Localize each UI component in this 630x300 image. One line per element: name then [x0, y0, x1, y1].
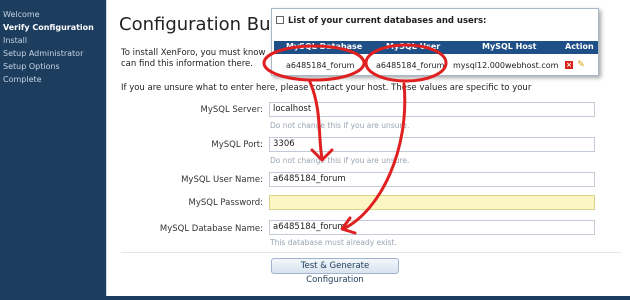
checkbox-icon[interactable]	[276, 16, 284, 24]
test-generate-configuration-button[interactable]: Test & Generate Configuration	[271, 258, 399, 285]
sidebar-nav: Welcome Verify Configuration Install Set…	[0, 0, 100, 300]
header-action: Action	[565, 42, 594, 51]
row-database-name: a6485184_forum	[286, 61, 355, 70]
sidebar-item-install[interactable]: Install	[0, 34, 100, 47]
mysql-server-label: MySQL Server:	[200, 105, 263, 115]
header-mysql-user: MySQL User	[386, 42, 441, 51]
table-header-row: MySQL Database MySQL User MySQL Host Act…	[274, 41, 598, 54]
sidebar-item-setup-administrator[interactable]: Setup Administrator	[0, 47, 100, 60]
popup-heading: List of your current databases and users…	[276, 16, 486, 26]
mysql-port-input[interactable]: 3306	[269, 137, 595, 152]
mysql-server-hint: Do not change this if you are unsure.	[270, 121, 410, 130]
mysql-port-hint: Do not change this if you are unsure.	[270, 156, 410, 165]
mysql-username-label: MySQL User Name:	[181, 175, 263, 185]
row-user-name: a6485184_forum	[376, 61, 445, 70]
sidebar-item-welcome[interactable]: Welcome	[0, 8, 100, 21]
sidebar-item-setup-options[interactable]: Setup Options	[0, 60, 100, 73]
mysql-server-input[interactable]: localhost	[269, 102, 595, 117]
database-list-popup: List of your current databases and users…	[271, 8, 599, 76]
sidebar-item-complete[interactable]: Complete	[0, 73, 100, 86]
delete-icon[interactable]: ×	[565, 61, 573, 69]
mysql-password-input[interactable]	[269, 195, 595, 210]
row-host: mysql12.000webhost.com	[453, 61, 559, 70]
intro-text: To install XenForo, you must know can fi…	[121, 48, 266, 69]
mysql-port-label: MySQL Port:	[211, 140, 263, 150]
sidebar-item-verify-configuration[interactable]: Verify Configuration	[0, 21, 100, 34]
popup-heading-text: List of your current databases and users…	[288, 16, 487, 26]
mysql-database-name-input[interactable]: a6485184_forum	[269, 220, 595, 235]
unsure-text: If you are unsure what to enter here, pl…	[121, 83, 532, 93]
mysql-database-name-label: MySQL Database Name:	[159, 224, 263, 234]
header-mysql-database: MySQL Database	[286, 42, 363, 51]
mysql-username-input[interactable]: a6485184_forum	[269, 172, 595, 187]
form-divider	[121, 252, 621, 253]
header-mysql-host: MySQL Host	[482, 42, 537, 51]
mysql-database-name-hint: This database must already exist.	[270, 238, 397, 247]
mysql-password-label: MySQL Password:	[188, 198, 263, 208]
edit-icon[interactable]: ✎	[577, 61, 585, 70]
